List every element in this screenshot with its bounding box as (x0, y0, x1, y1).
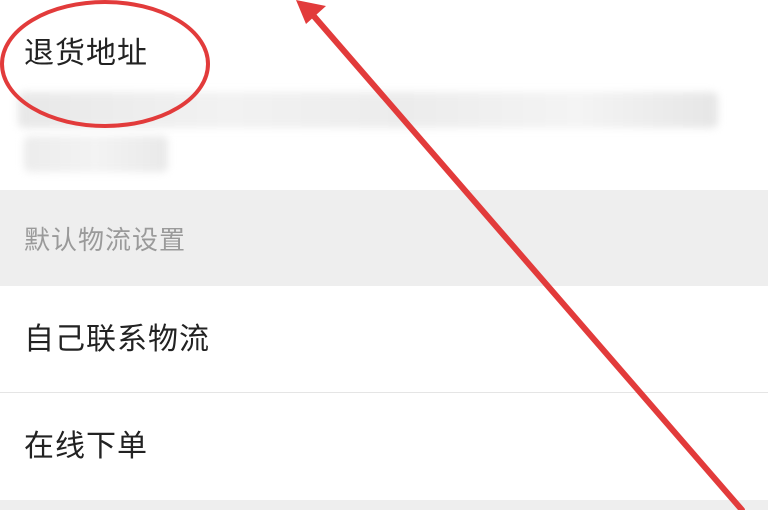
logistics-option-label: 在线下单 (24, 429, 148, 464)
blurred-contact-line (24, 136, 168, 172)
logistics-option-online-order[interactable]: 在线下单 (0, 393, 768, 499)
return-address-section[interactable]: 退货地址 (0, 0, 768, 190)
settings-page: 退货地址 默认物流设置 自己联系物流 在线下单 (0, 0, 768, 510)
blurred-address-line (18, 92, 718, 128)
bottom-divider-band (0, 500, 768, 510)
logistics-option-label: 自己联系物流 (24, 322, 210, 357)
default-logistics-header-label: 默认物流设置 (24, 226, 187, 256)
return-address-title: 退货地址 (24, 36, 148, 71)
logistics-option-self-contact[interactable]: 自己联系物流 (0, 286, 768, 393)
